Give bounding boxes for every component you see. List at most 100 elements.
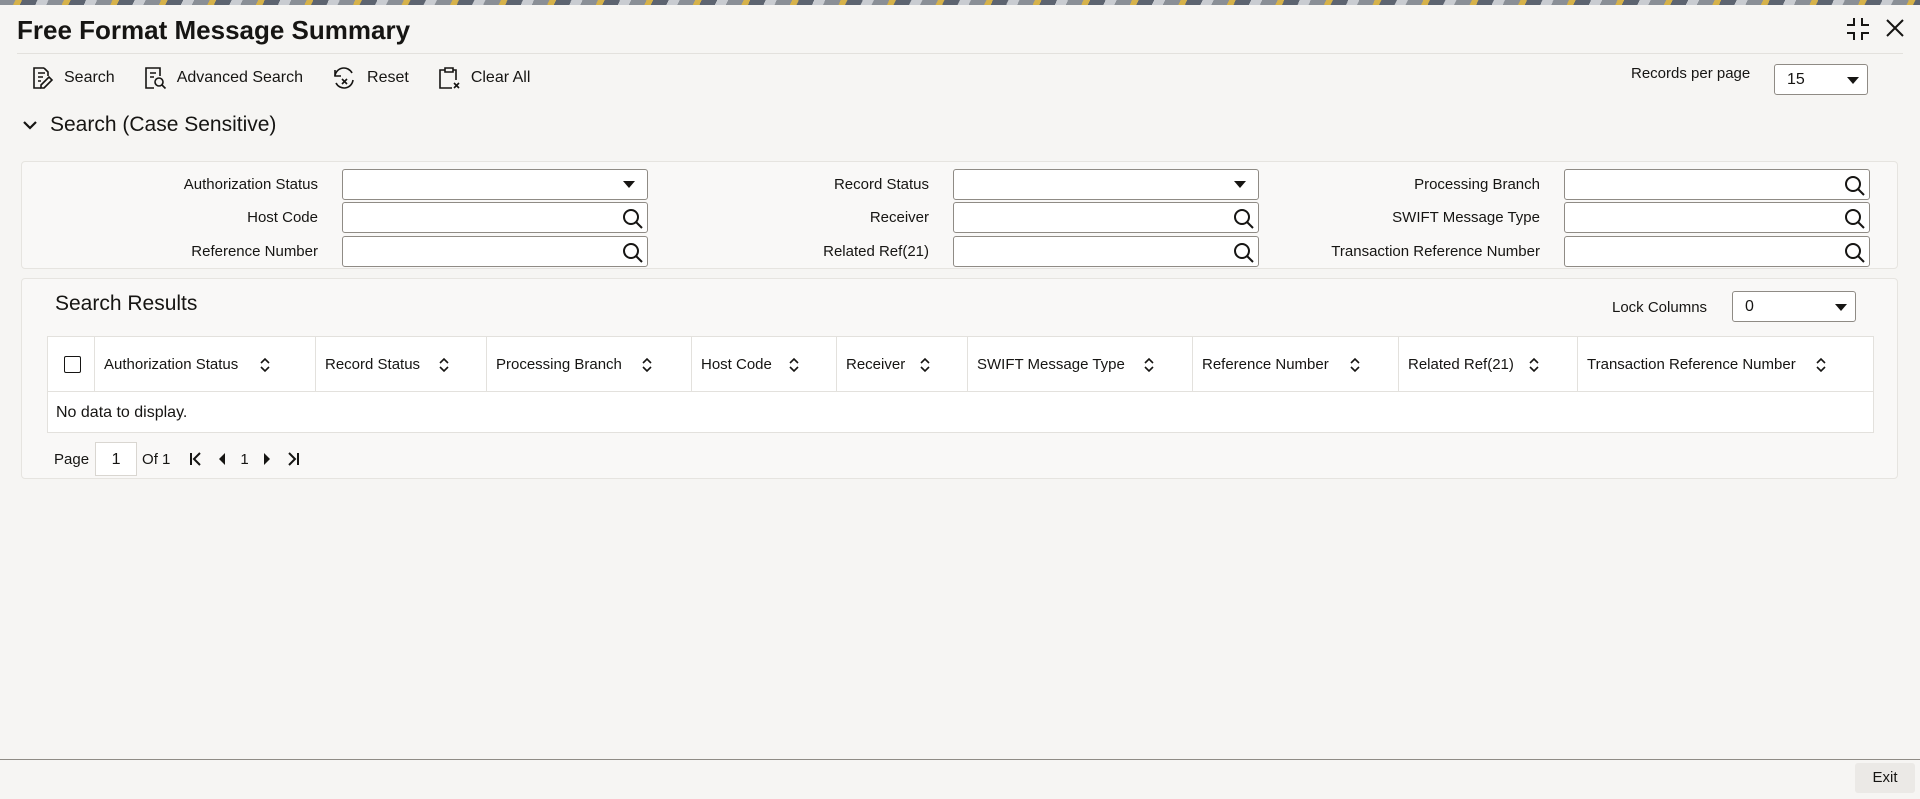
chevron-down-icon [1847,77,1859,84]
related-ref-input[interactable] [953,236,1259,267]
processing-branch-input[interactable] [1564,169,1870,200]
record-status-select[interactable] [953,169,1259,200]
column-header-label: Processing Branch [496,356,622,373]
page-of-label: Of 1 [142,450,171,468]
column-header[interactable]: SWIFT Message Type [968,337,1193,392]
authorization-status-select[interactable] [342,169,648,200]
reset-button[interactable]: Reset [331,66,409,90]
results-table: Authorization Status Record Status Proce… [47,336,1874,433]
host-code-label: Host Code [247,209,318,226]
receiver-input[interactable] [953,202,1259,233]
sort-icon[interactable] [919,357,931,373]
search-icon[interactable] [621,241,645,265]
search-doc-icon [33,67,54,89]
host-code-input[interactable] [342,202,648,233]
lock-columns-value: 0 [1745,298,1754,315]
swift-message-type-label: SWIFT Message Type [1392,209,1540,226]
reset-button-label: Reset [367,69,409,86]
clear-all-button-label: Clear All [470,69,531,86]
previous-page-icon[interactable] [217,451,227,467]
column-header-label: Host Code [701,356,772,373]
search-section-toggle[interactable]: Search (Case Sensitive) [22,113,276,137]
authorization-status-label: Authorization Status [183,176,318,193]
column-header-label: Record Status [325,356,421,373]
page-label: Page [54,450,90,468]
column-header-label: Reference Number [1202,356,1329,373]
column-header-label: Authorization Status [104,356,239,373]
column-header[interactable]: Record Status [316,337,487,392]
reference-number-input[interactable] [342,236,648,267]
column-header[interactable]: Related Ref(21) [1399,337,1578,392]
transaction-reference-number-label: Transaction Reference Number [1331,243,1540,260]
sort-icon[interactable] [1815,357,1827,373]
last-page-icon[interactable] [285,451,301,467]
sort-icon[interactable] [438,357,450,373]
column-header[interactable]: Processing Branch [487,337,692,392]
close-icon[interactable] [1884,17,1906,41]
next-page-icon[interactable] [262,451,272,467]
column-header[interactable]: Transaction Reference Number [1578,337,1873,392]
swift-message-type-input[interactable] [1564,202,1870,233]
search-results-panel: Search Results Lock Columns 0 Authorizat… [21,278,1898,479]
column-header-label: Related Ref(21) [1408,356,1514,373]
search-button-label: Search [64,69,115,86]
transaction-reference-number-input[interactable] [1564,236,1870,267]
window-controls [1846,17,1906,41]
column-header[interactable]: Host Code [692,337,837,392]
empty-table-message: No data to display. [56,404,188,421]
search-button[interactable]: Search [30,66,115,90]
exit-button[interactable]: Exit [1855,763,1915,793]
receiver-label: Receiver [869,209,929,226]
records-per-page-select[interactable]: 15 [1774,64,1868,95]
select-all-checkbox[interactable] [64,356,81,373]
search-icon[interactable] [621,207,645,231]
record-status-label: Record Status [833,176,929,193]
select-all-cell [48,337,95,392]
processing-branch-label: Processing Branch [1414,176,1540,193]
search-icon[interactable] [1232,241,1256,265]
page-navigation: 1 [188,451,300,468]
page-number-input[interactable]: 1 [95,442,138,476]
reference-number-label: Reference Number [191,243,318,260]
collapse-icon[interactable] [1846,17,1870,41]
column-header[interactable]: Reference Number [1193,337,1399,392]
records-per-page-value: 15 [1787,71,1805,88]
column-header-label: Transaction Reference Number [1587,356,1796,373]
toolbar: Search Advanced Search Reset Clear All [30,63,558,93]
search-criteria-panel: Authorization Status Record Status Proce… [21,161,1898,269]
search-icon[interactable] [1843,207,1867,231]
sort-icon[interactable] [259,357,271,373]
search-section-title: Search (Case Sensitive) [50,113,277,136]
search-icon[interactable] [1843,174,1867,198]
advanced-search-button[interactable]: Advanced Search [143,66,303,90]
page-title: Free Format Message Summary [17,15,411,45]
sort-icon[interactable] [788,357,800,373]
clear-all-button[interactable]: Clear All [437,66,531,90]
sort-icon[interactable] [1349,357,1361,373]
column-header[interactable]: Authorization Status [95,337,316,392]
search-icon[interactable] [1232,207,1256,231]
chevron-down-icon [623,181,635,188]
first-page-icon[interactable] [188,451,204,467]
column-header[interactable]: Receiver [837,337,968,392]
chevron-down-icon [1835,304,1847,311]
pagination: Page 1 Of 1 1 [54,442,301,476]
clear-all-icon [439,67,460,89]
footer-divider [0,759,1920,760]
search-icon[interactable] [1843,241,1867,265]
advanced-search-button-label: Advanced Search [176,69,304,86]
related-ref-label: Related Ref(21) [823,243,929,260]
table-header: Authorization Status Record Status Proce… [48,337,1873,392]
sort-icon[interactable] [1143,357,1155,373]
reset-icon [334,67,354,89]
column-header-label: SWIFT Message Type [977,356,1125,373]
title-bar: Free Format Message Summary [0,5,1920,53]
search-results-title: Search Results [55,292,198,315]
lock-columns-select[interactable]: 0 [1732,291,1856,322]
advanced-search-icon [144,67,166,90]
sort-icon[interactable] [641,357,653,373]
column-header-label: Receiver [846,356,906,373]
sort-icon[interactable] [1528,357,1540,373]
records-per-page-label: Records per page [1631,65,1751,82]
chevron-down-icon [1234,181,1246,188]
